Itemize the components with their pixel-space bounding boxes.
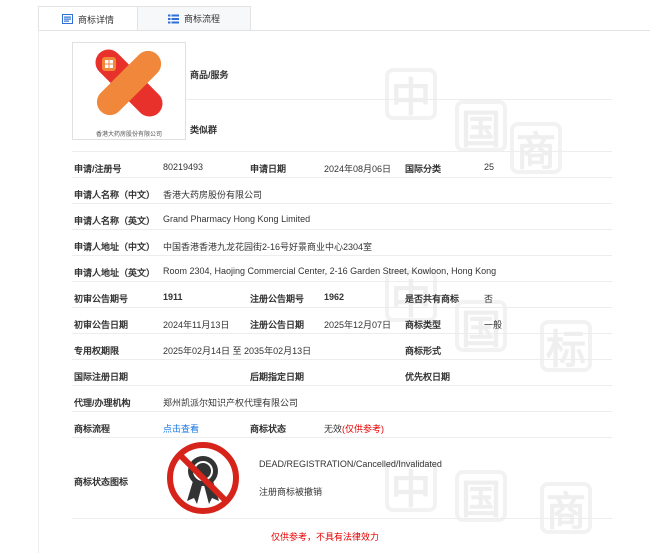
intl-class-label: 国际分类 (405, 164, 442, 174)
status-cn-text: 注册商标被撤销 (259, 487, 323, 497)
row-divider (72, 385, 612, 386)
priority-date-label: 优先权日期 (405, 372, 451, 382)
row-divider (72, 437, 612, 438)
reg-date-label: 注册公告日期 (250, 320, 305, 330)
agent-label: 代理/办理机构 (74, 398, 131, 408)
address-en-label: 申请人地址（英文） (74, 268, 156, 278)
intl-reg-date-label: 国际注册日期 (74, 372, 129, 382)
prelim-issue-label: 初审公告期号 (74, 294, 129, 304)
view-process-link[interactable]: 点击查看 (163, 422, 199, 435)
row-divider (72, 518, 612, 519)
similar-group-label: 类似群 (190, 125, 218, 135)
goods-services-label: 商品/服务 (190, 70, 229, 80)
address-en-value: Room 2304, Haojing Commercial Center, 2-… (163, 266, 497, 276)
row-divider (72, 333, 612, 334)
row-divider (72, 151, 612, 152)
trademark-logo (73, 43, 185, 127)
later-date-label: 后期指定日期 (250, 372, 305, 382)
row-divider (72, 255, 612, 256)
invalid-status-icon (166, 441, 239, 514)
exclusive-label: 专用权期限 (74, 346, 120, 356)
prelim-date-value: 2024年11月13日 (163, 320, 230, 330)
status-value: 无效(仅供参考) (324, 422, 384, 435)
tab-trademark-details[interactable]: 商标详情 (38, 6, 138, 31)
tab-label: 商标详情 (77, 14, 114, 25)
tab-bar: 商标详情 商标流程 (38, 6, 251, 31)
disclaimer-note: 仅供参考，不具有法律效力 (270, 532, 379, 542)
tab-trademark-process[interactable]: 商标流程 (137, 6, 251, 30)
row-divider (72, 203, 612, 204)
shared-label: 是否共有商标 (405, 294, 460, 304)
logo-caption: 香港大药房股份有限公司 (95, 132, 162, 138)
status-icon-label: 商标状态图标 (74, 477, 129, 487)
prelim-date-label: 初审公告日期 (74, 320, 129, 330)
row-divider (72, 177, 612, 178)
process-label: 商标流程 (74, 424, 111, 434)
trademark-image: 香港大药房股份有限公司 (72, 42, 186, 140)
tab-label: 商标流程 (183, 14, 220, 24)
prelim-issue-value: 1911 (163, 292, 183, 302)
reg-issue-label: 注册公告期号 (250, 294, 305, 304)
row-divider (186, 99, 612, 100)
applicant-en-label: 申请人名称（英文） (74, 216, 156, 226)
status-text: 无效 (324, 424, 343, 434)
agent-value: 郑州凯派尔知识产权代理有限公司 (163, 398, 299, 408)
tm-form-label: 商标形式 (405, 346, 442, 356)
applicant-cn-value: 香港大药房股份有限公司 (163, 190, 263, 200)
tm-type-label: 商标类型 (405, 320, 442, 330)
intl-class-value: 25 (484, 162, 495, 172)
reg-date-value: 2025年12月07日 (324, 320, 392, 330)
address-cn-label: 申请人地址（中文） (74, 242, 156, 252)
shared-value: 否 (484, 294, 494, 304)
row-divider (72, 307, 612, 308)
status-label: 商标状态 (250, 424, 287, 434)
reg-no-value: 80219493 (163, 162, 204, 172)
applicant-en-value: Grand Pharmacy Hong Kong Limited (163, 214, 311, 224)
reg-issue-value: 1962 (324, 292, 345, 302)
tm-type-value: 一般 (484, 320, 503, 330)
reg-no-label: 申请/注册号 (74, 164, 122, 174)
status-note: (仅供参考) (342, 424, 385, 434)
apply-date-label: 申请日期 (250, 164, 287, 174)
row-divider (72, 411, 612, 412)
row-divider (72, 229, 612, 230)
row-divider (72, 281, 612, 282)
exclusive-value: 2025年02月14日 至 2035年02月13日 (163, 346, 312, 356)
apply-date-value: 2024年08月06日 (324, 164, 392, 174)
address-cn-value: 中国香港香港九龙花园街2-16号好景商业中心2304室 (163, 242, 373, 252)
document-icon (61, 14, 73, 24)
status-en-text: DEAD/REGISTRATION/Cancelled/Invalidated (259, 459, 442, 469)
row-divider (72, 359, 612, 360)
list-icon (167, 14, 179, 24)
applicant-cn-label: 申请人名称（中文） (74, 190, 156, 200)
